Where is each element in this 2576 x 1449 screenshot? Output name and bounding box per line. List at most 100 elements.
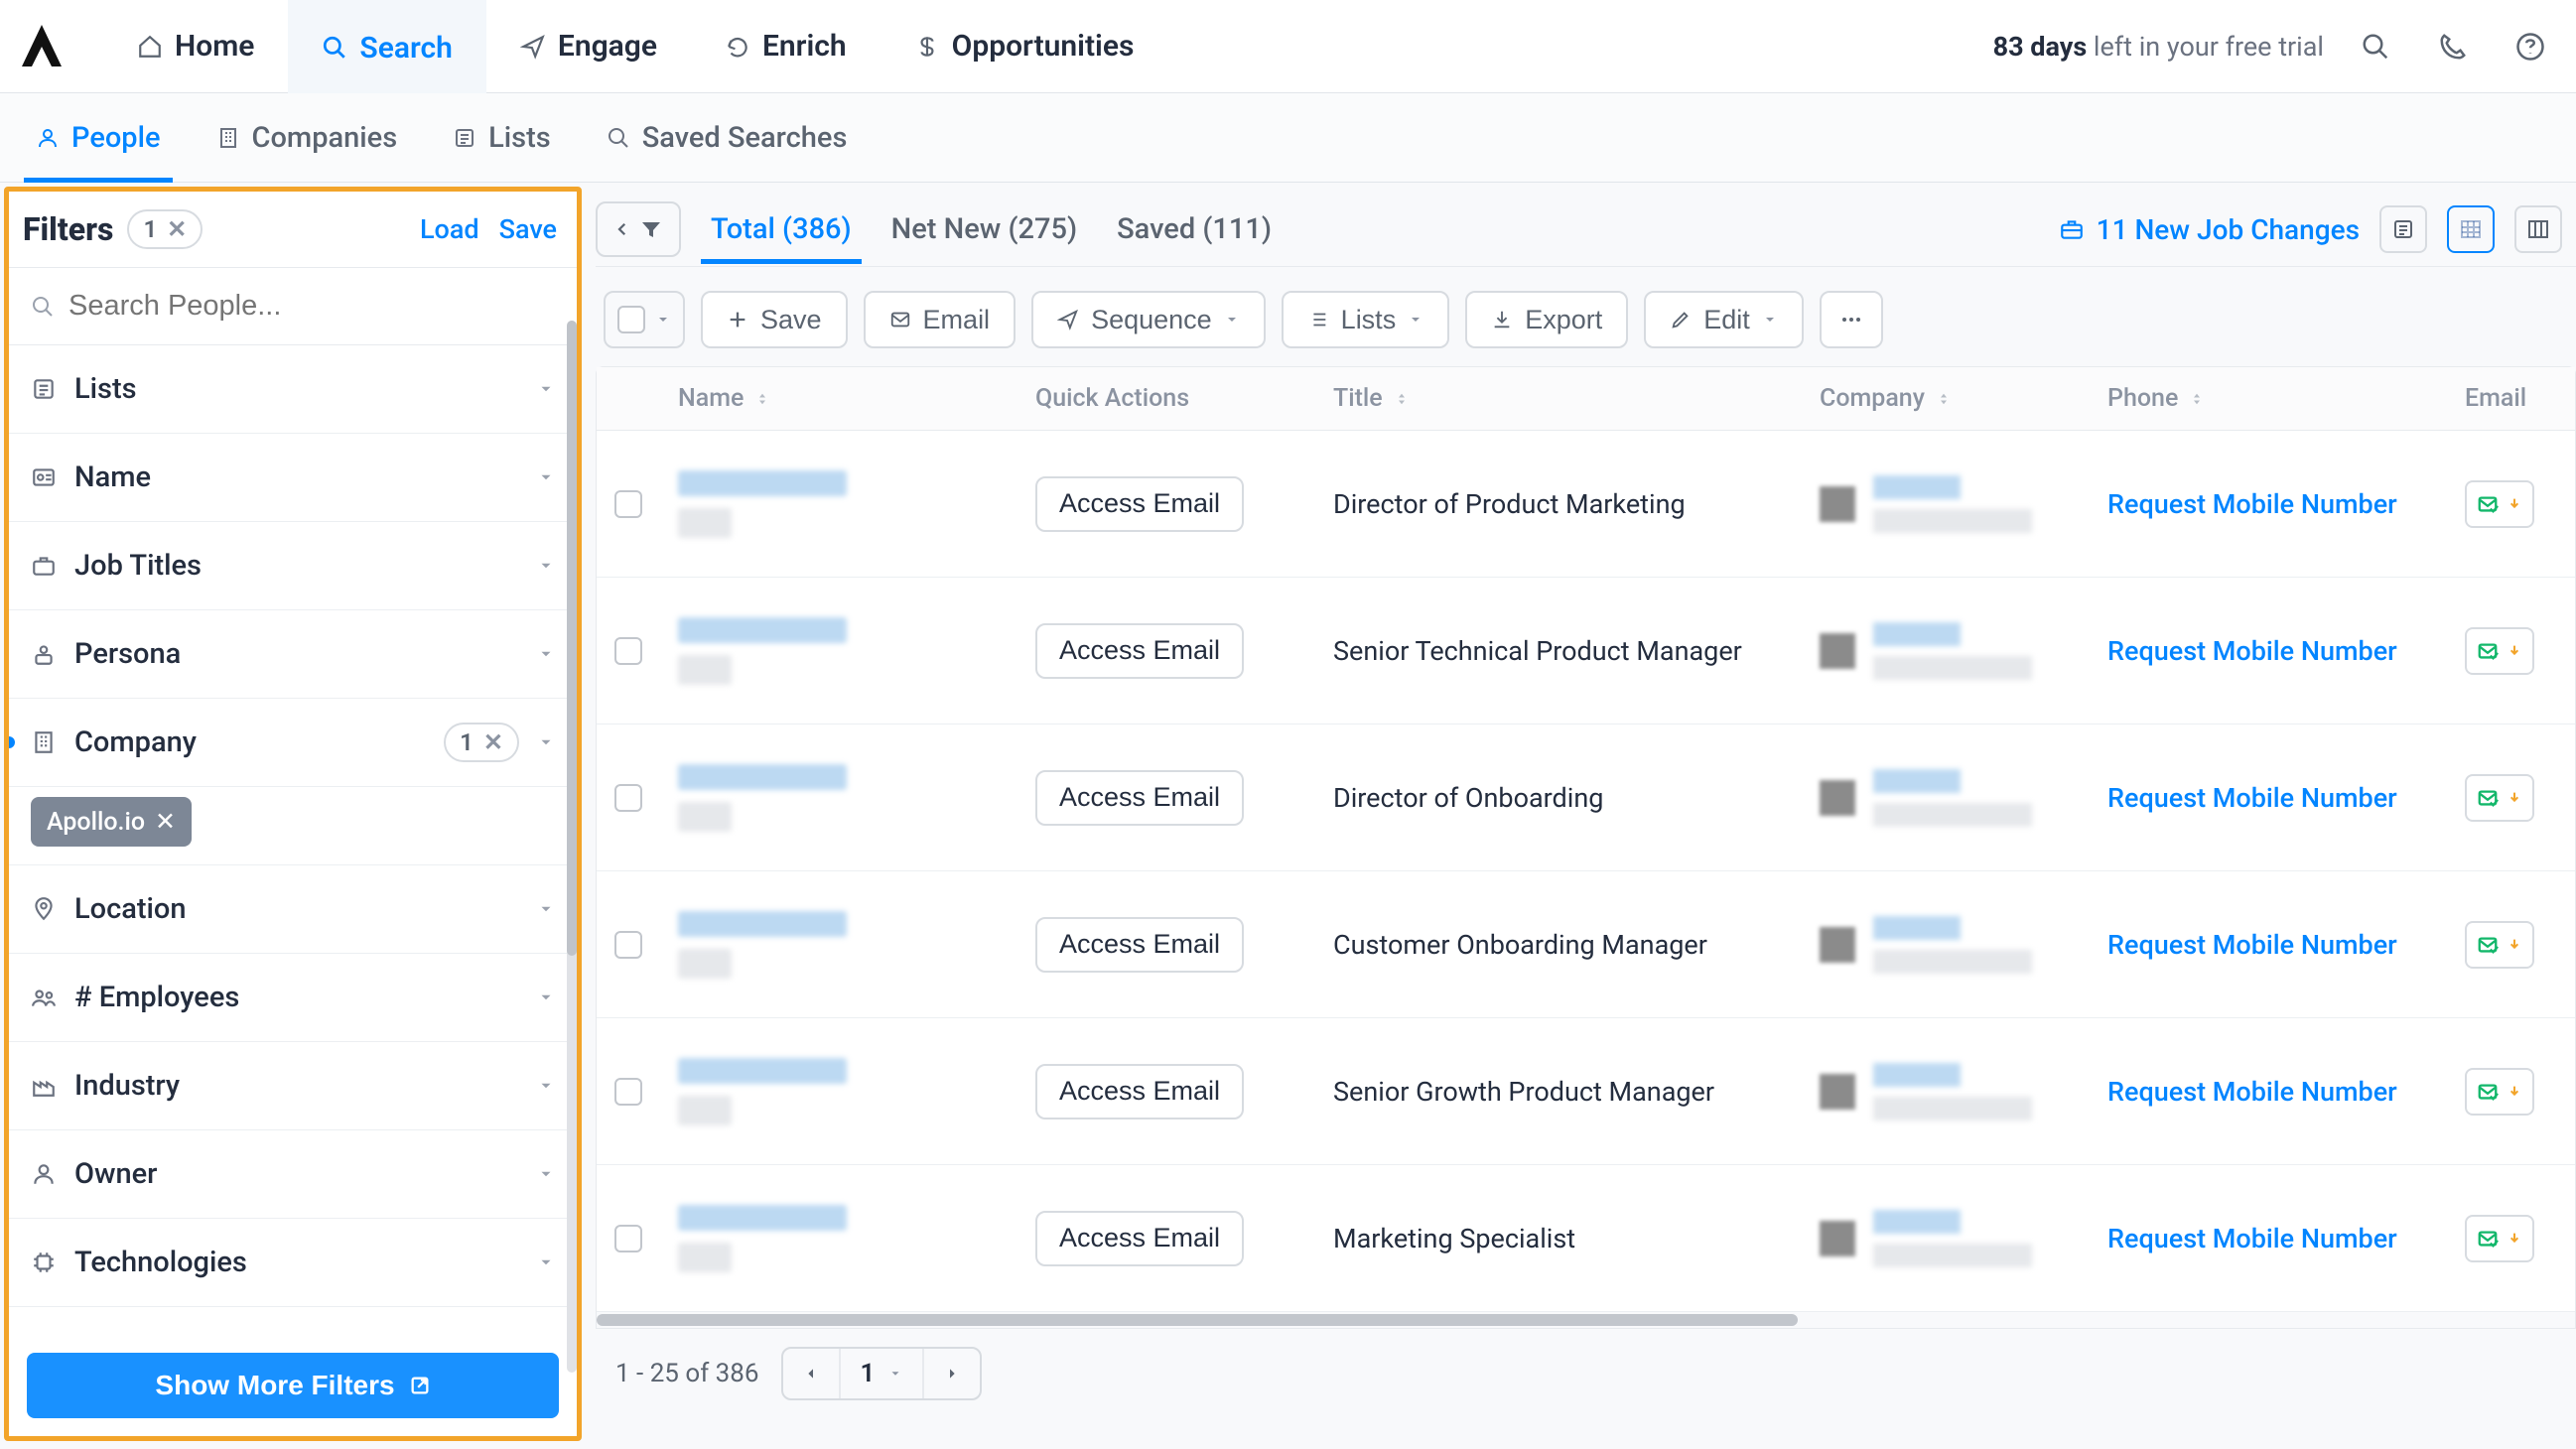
help-button[interactable] xyxy=(2505,21,2556,72)
lists-button[interactable]: Lists xyxy=(1282,291,1450,348)
table-row: Access EmailSenior Growth Product Manage… xyxy=(597,1018,2575,1165)
row-checkbox[interactable] xyxy=(614,784,642,812)
nav-opportunities[interactable]: Opportunities xyxy=(881,0,1168,93)
email-status-button[interactable] xyxy=(2465,480,2534,528)
request-phone-link[interactable]: Request Mobile Number xyxy=(2107,488,2397,520)
subnav-companies[interactable]: Companies xyxy=(193,93,422,183)
nav-home-label: Home xyxy=(175,29,254,64)
filter-row--employees[interactable]: # Employees xyxy=(9,954,577,1042)
mail-check-icon xyxy=(2477,1081,2499,1103)
redacted-company-name xyxy=(1873,769,1961,793)
hscroll-thumb[interactable] xyxy=(597,1314,1798,1326)
tab-total[interactable]: Total (386) xyxy=(701,197,862,262)
collapse-filters-button[interactable] xyxy=(596,201,681,257)
edit-button[interactable]: Edit xyxy=(1644,291,1804,348)
filters-title: Filters xyxy=(23,210,113,248)
row-checkbox[interactable] xyxy=(614,490,642,518)
access-email-button[interactable]: Access Email xyxy=(1035,770,1244,826)
dollar-icon xyxy=(914,34,940,60)
email-status-button[interactable] xyxy=(2465,1215,2534,1262)
email-status-button[interactable] xyxy=(2465,627,2534,675)
th-phone[interactable]: Phone xyxy=(2090,384,2447,413)
filter-row-name[interactable]: Name xyxy=(9,434,577,522)
access-email-button[interactable]: Access Email xyxy=(1035,1064,1244,1120)
more-button[interactable] xyxy=(1820,291,1883,348)
table-horizontal-scrollbar[interactable] xyxy=(597,1312,2575,1328)
nav-enrich[interactable]: Enrich xyxy=(691,0,881,93)
filter-row-persona[interactable]: Persona xyxy=(9,610,577,699)
access-email-button[interactable]: Access Email xyxy=(1035,917,1244,973)
filter-label: Name xyxy=(74,461,519,494)
filter-row-lists[interactable]: Lists xyxy=(9,345,577,434)
row-checkbox[interactable] xyxy=(614,931,642,959)
pager-prev-button[interactable] xyxy=(783,1349,841,1398)
request-phone-link[interactable]: Request Mobile Number xyxy=(2107,929,2397,961)
company-chip[interactable]: Apollo.io✕ xyxy=(31,797,192,847)
filters-load-link[interactable]: Load xyxy=(420,213,479,245)
select-all-dropdown[interactable] xyxy=(604,291,685,348)
email-status-button[interactable] xyxy=(2465,1068,2534,1116)
nav-home[interactable]: Home xyxy=(103,0,288,93)
nav-engage[interactable]: Engage xyxy=(486,0,691,93)
save-button[interactable]: Save xyxy=(701,291,848,348)
access-email-button[interactable]: Access Email xyxy=(1035,476,1244,532)
search-icon xyxy=(31,295,55,319)
th-title[interactable]: Title xyxy=(1315,384,1802,413)
subnav-lists[interactable]: Lists xyxy=(429,93,575,183)
sequence-button[interactable]: Sequence xyxy=(1031,291,1266,348)
clear-company-icon[interactable]: ✕ xyxy=(483,728,503,756)
access-email-button[interactable]: Access Email xyxy=(1035,1211,1244,1266)
request-phone-link[interactable]: Request Mobile Number xyxy=(2107,782,2397,814)
filter-row-industry[interactable]: Industry xyxy=(9,1042,577,1130)
request-phone-link[interactable]: Request Mobile Number xyxy=(2107,1076,2397,1108)
filters-search-input[interactable] xyxy=(68,290,555,323)
company-filter-count[interactable]: 1✕ xyxy=(444,723,519,762)
dialer-button[interactable] xyxy=(2427,21,2479,72)
row-checkbox[interactable] xyxy=(614,637,642,665)
subnav-saved-searches[interactable]: Saved Searches xyxy=(583,93,872,183)
filter-row-owner[interactable]: Owner xyxy=(9,1130,577,1219)
filter-row-job-titles[interactable]: Job Titles xyxy=(9,522,577,610)
pager-page-select[interactable]: 1 xyxy=(841,1349,925,1398)
th-company[interactable]: Company xyxy=(1802,384,2090,413)
request-phone-link[interactable]: Request Mobile Number xyxy=(2107,1223,2397,1254)
chevron-down-icon xyxy=(537,645,555,663)
view-list-button[interactable] xyxy=(2379,205,2427,253)
filters-active-badge[interactable]: 1 ✕ xyxy=(127,209,203,249)
email-status-button[interactable] xyxy=(2465,774,2534,822)
email-status-button[interactable] xyxy=(2465,921,2534,969)
job-changes-link[interactable]: 11 New Job Changes xyxy=(2059,213,2360,246)
request-phone-link[interactable]: Request Mobile Number xyxy=(2107,635,2397,667)
download-icon xyxy=(2507,1084,2522,1100)
tab-net-new[interactable]: Net New (275) xyxy=(881,197,1087,262)
export-button[interactable]: Export xyxy=(1465,291,1628,348)
apollo-logo[interactable] xyxy=(18,23,66,70)
remove-chip-icon[interactable]: ✕ xyxy=(155,807,176,837)
email-button[interactable]: Email xyxy=(864,291,1017,348)
row-checkbox[interactable] xyxy=(614,1225,642,1252)
filters-scrollbar-thumb[interactable] xyxy=(567,321,577,956)
nav-search[interactable]: Search xyxy=(288,0,485,93)
pager-next-button[interactable] xyxy=(924,1349,980,1398)
filter-row-location[interactable]: Location xyxy=(9,865,577,954)
th-name[interactable]: Name xyxy=(660,384,1017,413)
view-table-button[interactable] xyxy=(2447,205,2495,253)
nav-search-label: Search xyxy=(359,31,452,66)
row-checkbox[interactable] xyxy=(614,1078,642,1106)
filter-label: Location xyxy=(74,892,519,926)
view-settings-button[interactable] xyxy=(2514,205,2562,253)
mail-check-icon xyxy=(2477,934,2499,956)
access-email-button[interactable]: Access Email xyxy=(1035,623,1244,679)
filters-search[interactable] xyxy=(9,267,577,345)
show-more-filters-button[interactable]: Show More Filters xyxy=(27,1353,559,1418)
clear-filters-icon[interactable]: ✕ xyxy=(167,215,187,243)
select-all-checkbox[interactable] xyxy=(617,306,645,333)
filter-row-company[interactable]: Company1✕ xyxy=(9,699,577,787)
subnav-people[interactable]: People xyxy=(12,93,185,183)
global-search-button[interactable] xyxy=(2350,21,2401,72)
tab-saved[interactable]: Saved (111) xyxy=(1107,197,1282,262)
filter-row-technologies[interactable]: Technologies xyxy=(9,1219,577,1307)
filters-save-link[interactable]: Save xyxy=(499,213,557,245)
list-icon xyxy=(453,126,476,150)
th-email[interactable]: Email xyxy=(2447,384,2566,413)
